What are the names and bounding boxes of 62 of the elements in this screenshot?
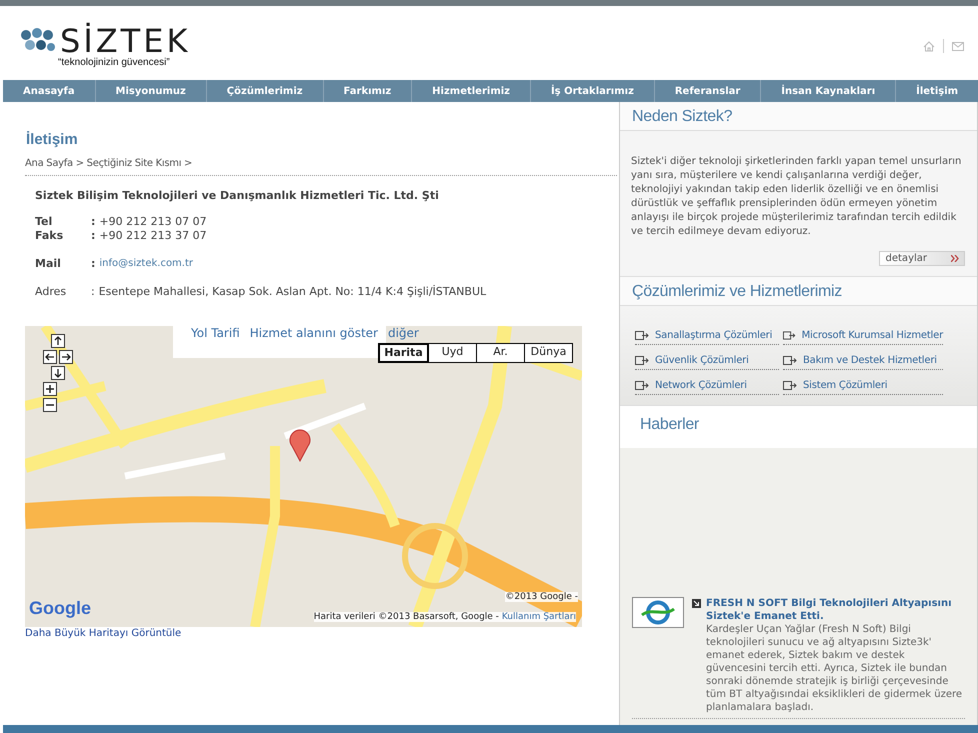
solution-link[interactable]: Sanallaştırma Çözümleri <box>635 330 779 345</box>
field-label: Tel <box>35 215 54 229</box>
field-separator: : <box>91 215 96 229</box>
map-type-button[interactable]: Harita <box>378 343 429 363</box>
map-type-button[interactable]: Dünya <box>524 344 572 362</box>
arrow-square-icon <box>692 599 701 608</box>
why-text: Siztek'i diğer teknoloji şirketlerinden farklı yapan temel unsurların yanı sıra, müşterilere ve kendi çalışanlarına verdiği değer, teknolojiyi yakından takip eden liderlik özelliği ve en önemlisi dürüstlük ve şeffaflık prensiplerinden ödün ermeyen yönetim anlayışı ile birçok projede müşterilerimiz tarafından tercih edildik ve tercih edilmeye devam ediyoruz. <box>631 155 962 239</box>
nav-link[interactable]: Çözümlerimiz <box>206 80 324 102</box>
field-separator: : <box>91 285 95 299</box>
nav-link[interactable]: Anasayfa <box>3 80 96 102</box>
pan-down-icon[interactable] <box>51 366 65 380</box>
partner-logo <box>632 597 684 628</box>
pan-up-icon[interactable] <box>51 334 65 348</box>
field-label: Mail <box>35 257 62 271</box>
zoom-out-icon[interactable] <box>43 398 57 412</box>
field-value: +90 212 213 07 07 <box>99 215 207 229</box>
nav-link[interactable]: Hizmetlerimiz <box>412 80 531 102</box>
map-link[interactable]: Hizmet alanını göster <box>250 326 378 341</box>
google-logo: Google <box>29 598 91 619</box>
solution-link[interactable]: Microsoft Kurumsal Hizmetler <box>783 330 943 345</box>
logo-wordmark: SİZTEK <box>60 24 190 56</box>
nav-link[interactable]: İletişim <box>896 80 978 102</box>
section-heading: Neden Siztek? <box>620 102 977 131</box>
email-link[interactable]: info@siztek.com.tr <box>99 257 194 271</box>
map-type-button[interactable]: Ar. <box>476 344 524 362</box>
nav-link[interactable]: Farkımız <box>324 80 412 102</box>
field-value: +90 212 213 37 07 <box>99 229 207 243</box>
solution-link[interactable]: Sistem Çözümleri <box>783 380 943 395</box>
map-link[interactable]: Yol Tarifi <box>191 326 240 341</box>
logo-tagline: “teknolojinizin güvencesi” <box>58 56 171 68</box>
arrow-box-icon <box>783 381 797 390</box>
more-dropdown[interactable]: diğer <box>388 326 419 341</box>
news-summary: Kardeşler Uçan Yağlar (Fresh N Soft) Bilgi teknolojileri sunucu ve ağ altyapısını Sizte3k' emanet ederek, Siztek bakım ve destek güvencesini tercih etti. Ayrıca, Siztek ile bundan sonraki dönemde stratejik iş birliği çerçevesinde tüm BT altyağısındai eksiklikleri de gidermek üzere planlamalara başladı. <box>706 623 964 714</box>
breadcrumb: Ana Sayfa > Seçtiğiniz Site Kısmı > <box>25 158 194 169</box>
field-separator: : <box>91 257 96 271</box>
map-pin-icon <box>288 428 312 462</box>
field-label: Adres <box>35 285 68 299</box>
solution-link[interactable]: Network Çözümleri <box>635 380 779 395</box>
details-button[interactable]: detaylar <box>878 251 965 266</box>
arrow-box-icon <box>783 331 796 340</box>
nav-link[interactable]: Misyonumuz <box>96 80 207 102</box>
arrow-box-icon <box>635 356 649 365</box>
page-title: İletişim <box>26 131 79 148</box>
field-label: Faks <box>35 229 64 243</box>
solution-link[interactable]: Bakım ve Destek Hizmetleri <box>783 355 943 370</box>
arrow-box-icon <box>635 381 649 390</box>
double-chevron-icon <box>951 255 960 262</box>
larger-map-link[interactable]: Daha Büyük Haritayı Görüntüle <box>25 628 617 639</box>
pan-left-icon[interactable] <box>43 350 57 364</box>
map-copyright: ©2013 Google - <box>505 592 578 602</box>
pan-right-icon[interactable] <box>59 350 73 364</box>
solution-link[interactable]: Güvenlik Çözümleri <box>635 355 779 370</box>
company-name: Siztek Bilişim Teknolojileri ve Danışmanlık Hizmetleri Tic. Ltd. Şti <box>35 189 440 202</box>
map-attribution: Harita verileri ©2013 Basarsoft, Google - <box>314 612 499 622</box>
map-type-button[interactable]: Uyd <box>428 344 476 362</box>
arrow-box-icon <box>635 331 649 340</box>
news-headline[interactable]: FRESH N SOFT Bilgi Teknolojileri Altyapısını Siztek'e Emanet Etti. <box>706 597 965 623</box>
field-separator: : <box>91 229 96 243</box>
terms-link[interactable]: Kullanım Şartları <box>502 612 576 622</box>
field-value: Esentepe Mahallesi, Kasap Sok. Aslan Apt. No: 11/4 K:4 Şişli/İSTANBUL <box>98 285 486 299</box>
arrow-box-icon <box>783 356 797 365</box>
zoom-in-icon[interactable] <box>43 382 57 396</box>
